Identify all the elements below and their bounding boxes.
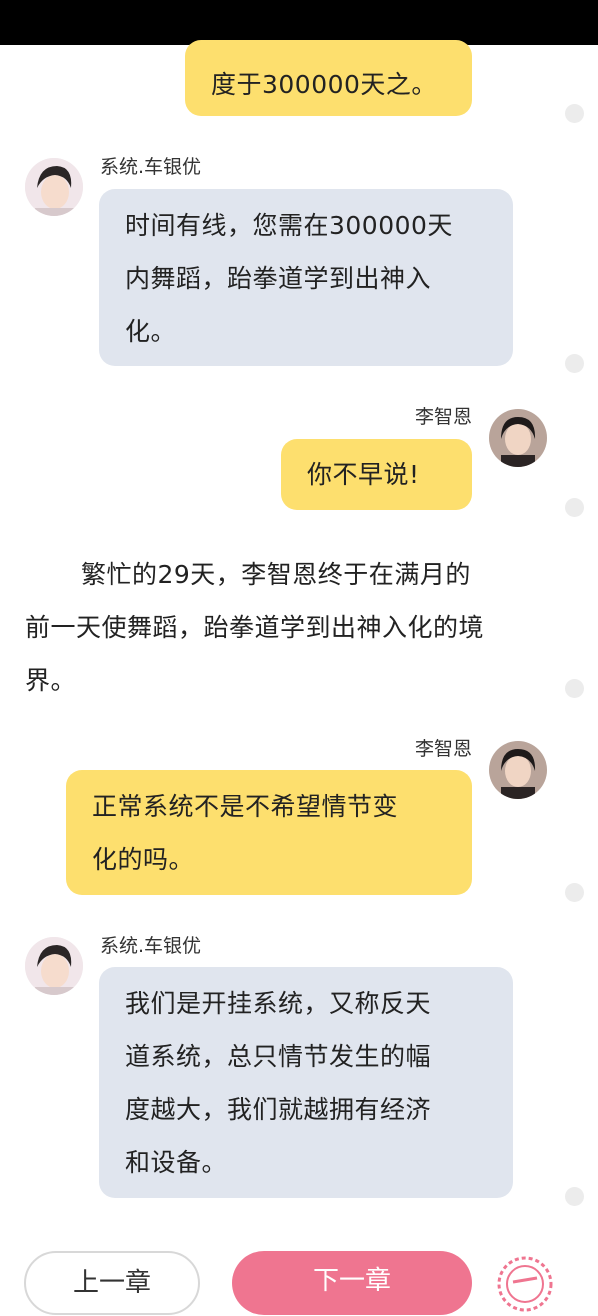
narration-line: 界。 xyxy=(25,666,77,695)
comment-dot[interactable] xyxy=(565,104,584,123)
comment-dot[interactable] xyxy=(565,883,584,902)
message-line: 度越大，我们就越拥有经济 xyxy=(125,1095,432,1124)
prev-chapter-button[interactable]: 上一章 xyxy=(24,1251,200,1315)
message-bubble-system[interactable]: 时间有线，您需在300000天 内舞蹈，跆拳道学到出神入 化。 xyxy=(99,189,513,366)
status-bar xyxy=(0,0,598,45)
message-line: 化。 xyxy=(125,317,177,346)
message-line: 我们是开挂系统，又称反天 xyxy=(125,989,432,1018)
comment-dot[interactable] xyxy=(565,1187,584,1206)
message-line: 你不早说! xyxy=(307,460,420,489)
message-bubble-partial: 度于300000天之。 xyxy=(185,40,472,116)
system-avatar[interactable] xyxy=(25,937,83,995)
sender-name: 李智恩 xyxy=(414,406,472,428)
user-avatar[interactable] xyxy=(489,741,547,799)
next-chapter-button[interactable]: 下一章 xyxy=(232,1251,472,1315)
sender-name: 系统.车银优 xyxy=(100,935,202,957)
comment-dot[interactable] xyxy=(565,354,584,373)
avatar-photo-icon xyxy=(25,158,83,216)
system-avatar[interactable] xyxy=(25,158,83,216)
message-line: 化的吗。 xyxy=(92,845,195,874)
message-text: 度于300000天之。 xyxy=(211,70,437,99)
avatar-photo-icon xyxy=(489,409,547,467)
comment-dot[interactable] xyxy=(565,679,584,698)
message-bubble-mine[interactable]: 你不早说! xyxy=(281,439,472,510)
message-bubble-mine[interactable]: 正常系统不是不希望情节变 化的吗。 xyxy=(66,770,472,895)
message-line: 和设备。 xyxy=(125,1148,228,1177)
narration-paragraph: 繁忙的29天，李智恩终于在满月的 前一天使舞蹈，跆拳道学到出神入化的境 界。 xyxy=(25,548,545,707)
sign-in-stamp-icon[interactable] xyxy=(493,1252,557,1312)
message-line: 内舞蹈，跆拳道学到出神入 xyxy=(125,264,432,293)
comment-dot[interactable] xyxy=(565,498,584,517)
narration-line: 繁忙的29天，李智恩终于在满月的 xyxy=(81,560,471,589)
narration-line: 前一天使舞蹈，跆拳道学到出神入化的境 xyxy=(25,613,485,642)
message-bubble-system[interactable]: 我们是开挂系统，又称反天 道系统，总只情节发生的幅 度越大，我们就越拥有经济 和… xyxy=(99,967,513,1198)
avatar-photo-icon xyxy=(489,741,547,799)
avatar-photo-icon xyxy=(25,937,83,995)
sender-name: 系统.车银优 xyxy=(100,156,202,178)
sender-name: 李智恩 xyxy=(414,738,472,760)
message-line: 正常系统不是不希望情节变 xyxy=(92,792,399,821)
user-avatar[interactable] xyxy=(489,409,547,467)
message-line: 时间有线，您需在300000天 xyxy=(125,211,453,240)
message-line: 道系统，总只情节发生的幅 xyxy=(125,1042,432,1071)
